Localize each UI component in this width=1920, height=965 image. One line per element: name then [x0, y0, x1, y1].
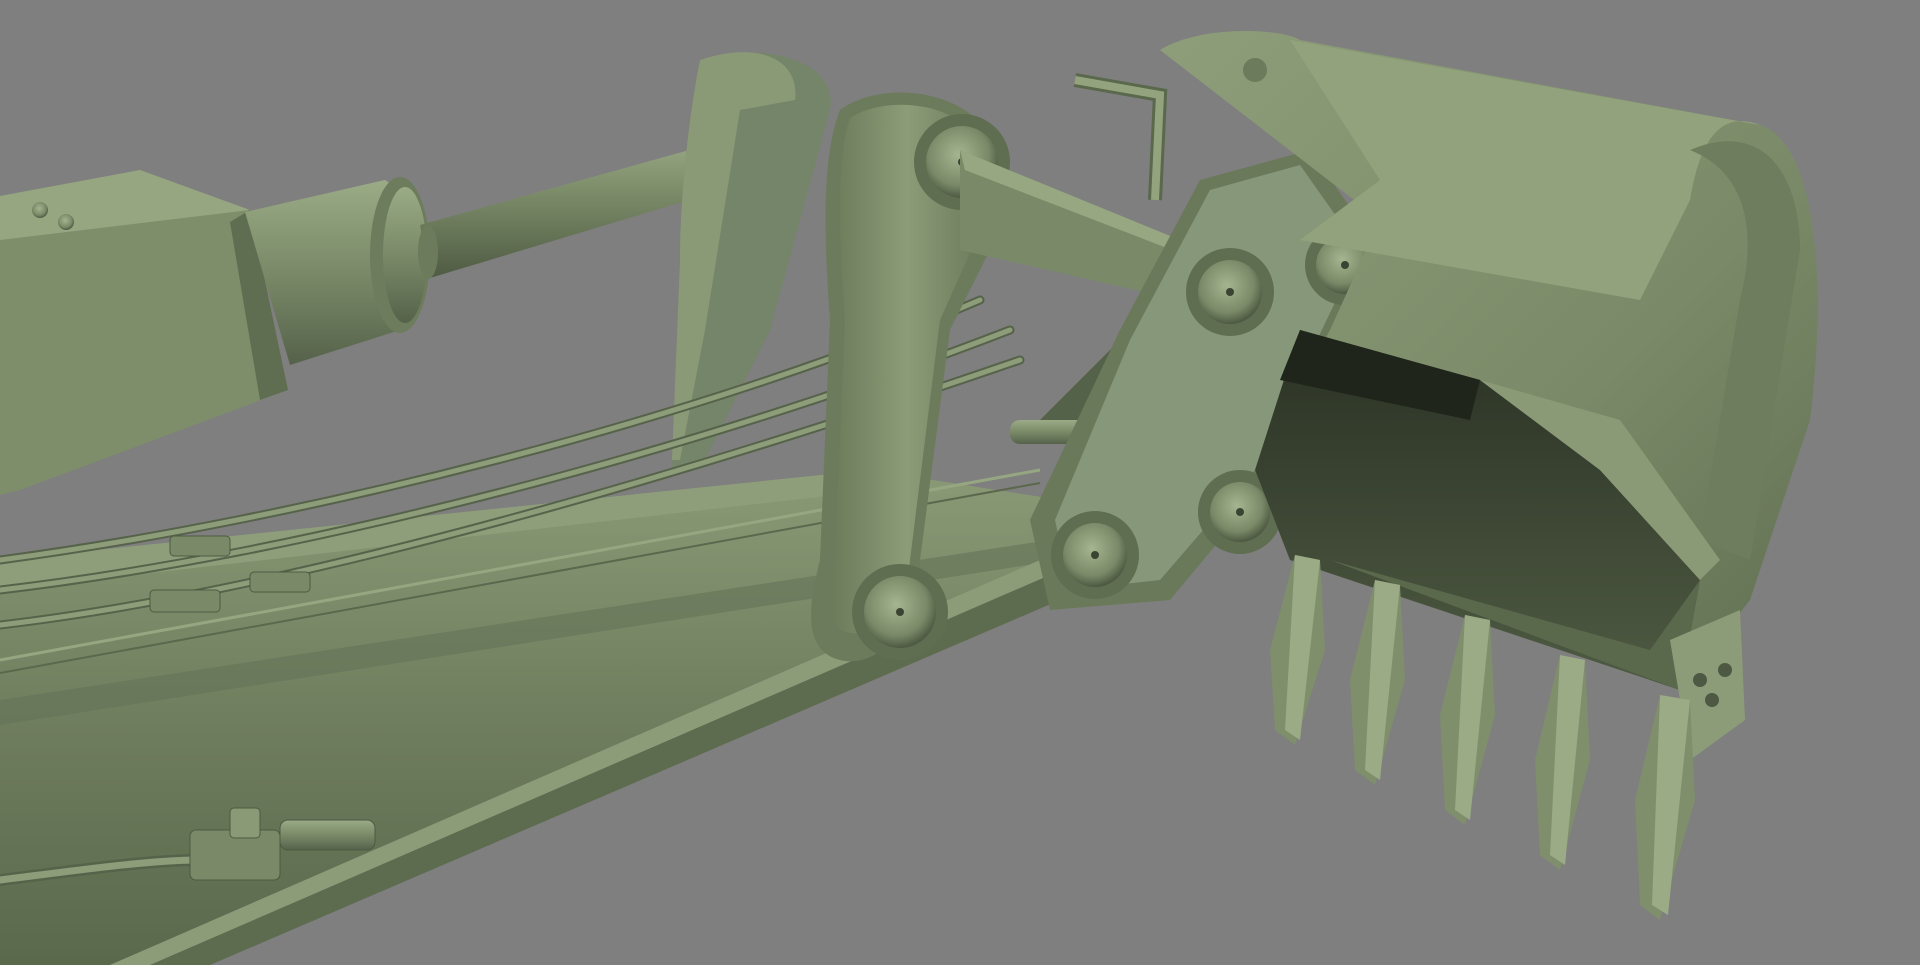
excavator-render [0, 30, 1818, 965]
bucket-tooth [1440, 615, 1495, 825]
bucket-tooth [1350, 580, 1405, 785]
bucket-tooth [1635, 695, 1695, 920]
bucket-tooth [1535, 655, 1590, 870]
render-viewport [0, 0, 1920, 965]
bucket-tooth [1270, 555, 1325, 745]
